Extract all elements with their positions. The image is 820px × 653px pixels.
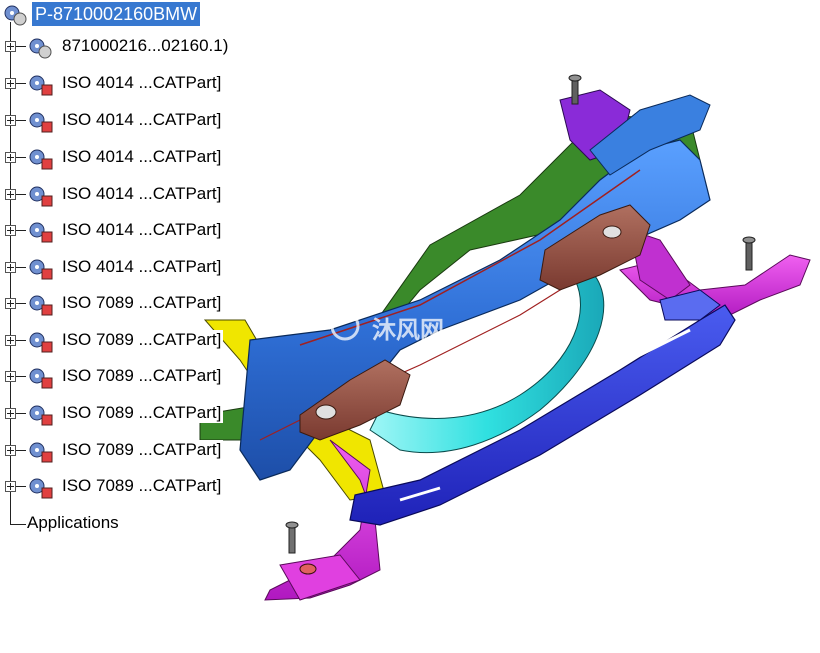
tree-node[interactable]: ISO 4014 ...CATPart] [0,214,260,250]
tree-connector-line [16,230,26,231]
tree-node-label[interactable]: ISO 4014 ...CATPart] [60,110,224,130]
tree-node[interactable]: ISO 7089 ...CATPart] [0,360,260,396]
product-icon [29,38,52,59]
expand-icon[interactable] [5,152,16,163]
expand-icon[interactable] [5,335,16,346]
tree-connector-line [16,303,26,304]
tree-node-label[interactable]: ISO 4014 ...CATPart] [60,73,224,93]
expand-icon[interactable] [5,41,16,52]
expand-icon[interactable] [5,481,16,492]
tree-node-label[interactable]: ISO 7089 ...CATPart] [60,476,224,496]
tree-node[interactable]: ISO 4014 ...CATPart] [0,104,260,140]
expand-icon[interactable] [5,371,16,382]
tree-node-label[interactable]: 871000216...02160.1) [60,36,231,56]
part-icon [29,478,53,499]
tree-connector-line [16,267,26,268]
expand-icon[interactable] [5,78,16,89]
tree-node[interactable]: ISO 7089 ...CATPart] [0,397,260,433]
tree-node-label[interactable]: ISO 7089 ...CATPart] [60,440,224,460]
tree-root-label[interactable]: P-8710002160BMW [32,2,201,26]
watermark-text: 沐风网 [372,316,444,344]
product-icon [4,5,27,26]
tree-connector-line [16,376,26,377]
expand-icon[interactable] [5,262,16,273]
part-icon [29,186,53,207]
tree-connector-line [16,194,26,195]
expand-icon[interactable] [5,445,16,456]
tree-node-label[interactable]: ISO 4014 ...CATPart] [60,147,224,167]
part-icon [29,259,53,280]
tree-node-label[interactable]: ISO 4014 ...CATPart] [60,184,224,204]
tree-node[interactable]: ISO 7089 ...CATPart] [0,287,260,323]
expand-icon[interactable] [5,298,16,309]
expand-icon[interactable] [5,189,16,200]
part-icon [29,368,53,389]
part-icon [29,332,53,353]
tree-node[interactable]: ISO 7089 ...CATPart] [0,470,260,506]
tree-node-label[interactable]: ISO 7089 ...CATPart] [60,366,224,386]
part-icon [29,149,53,170]
part-icon [29,222,53,243]
tree-node-label[interactable]: ISO 4014 ...CATPart] [60,220,224,240]
part-icon [29,442,53,463]
tree-node-label[interactable]: ISO 7089 ...CATPart] [60,403,224,423]
expand-icon[interactable] [5,408,16,419]
tree-node[interactable]: ISO 7089 ...CATPart] [0,324,260,360]
part-icon [29,295,53,316]
expand-icon[interactable] [5,225,16,236]
tree-connector-line [10,524,26,525]
tree-node[interactable]: ISO 4014 ...CATPart] [0,251,260,287]
part-icon [29,405,53,426]
part-icon [29,75,53,96]
tree-node[interactable]: ISO 4014 ...CATPart] [0,178,260,214]
tree-connector-line [16,413,26,414]
tree-applications-node[interactable]: Applications [27,513,119,533]
tree-connector-line [16,486,26,487]
tree-node-label[interactable]: ISO 7089 ...CATPart] [60,330,224,350]
tree-connector-line [16,450,26,451]
tree-node-label[interactable]: ISO 7089 ...CATPart] [60,293,224,313]
tree-node-label[interactable]: ISO 4014 ...CATPart] [60,257,224,277]
tree-connector-line [16,46,26,47]
tree-connector-line [16,120,26,121]
tree-node[interactable]: ISO 4014 ...CATPart] [0,141,260,177]
specification-tree: P-8710002160BMW 871000216...02160.1) ISO… [0,0,260,560]
part-icon [29,112,53,133]
tree-connector-line [16,157,26,158]
tree-node[interactable]: 871000216...02160.1) [0,30,260,66]
tree-connector-line [16,340,26,341]
tree-connector-line [16,83,26,84]
tree-node[interactable]: ISO 7089 ...CATPart] [0,434,260,470]
tree-node[interactable]: ISO 4014 ...CATPart] [0,67,260,103]
expand-icon[interactable] [5,115,16,126]
